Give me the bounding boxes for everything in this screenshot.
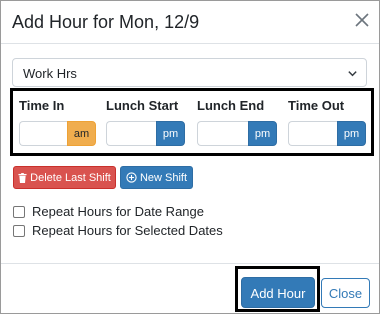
lunch-end-ampm-toggle[interactable]: pm — [248, 121, 277, 146]
lunch-end-input[interactable] — [197, 121, 248, 146]
lunch-start-group: pm — [106, 121, 185, 146]
time-out-input[interactable] — [288, 121, 337, 146]
dialog-header: Add Hour for Mon, 12/9 — [1, 1, 379, 44]
chevron-down-icon — [348, 71, 357, 77]
new-shift-label: New Shift — [139, 172, 188, 184]
delete-last-shift-label: Delete Last Shift — [30, 172, 111, 184]
time-out-label: Time Out — [288, 98, 345, 113]
time-in-input[interactable] — [19, 121, 67, 146]
hour-type-value: Work Hrs — [23, 66, 77, 81]
repeat-selected-dates-checkbox[interactable] — [13, 225, 25, 237]
delete-last-shift-button[interactable]: Delete Last Shift — [13, 166, 116, 189]
add-hour-button[interactable]: Add Hour — [241, 277, 315, 308]
repeat-selected-dates-label: Repeat Hours for Selected Dates — [32, 223, 223, 238]
new-shift-button[interactable]: New Shift — [120, 166, 193, 189]
lunch-end-group: pm — [197, 121, 277, 146]
add-hour-dialog: Add Hour for Mon, 12/9 Work Hrs Time In … — [0, 0, 380, 314]
repeat-date-range-checkbox[interactable] — [13, 206, 25, 218]
time-in-ampm-toggle[interactable]: am — [67, 121, 96, 146]
hour-type-select[interactable]: Work Hrs — [12, 58, 367, 87]
trash-icon — [18, 173, 27, 183]
lunch-start-label: Lunch Start — [106, 98, 179, 113]
time-in-group: am — [19, 121, 96, 146]
time-in-label: Time In — [19, 98, 65, 113]
dialog-title: Add Hour for Mon, 12/9 — [12, 12, 200, 32]
add-hour-label: Add Hour — [250, 286, 306, 301]
repeat-date-range-label: Repeat Hours for Date Range — [32, 204, 204, 219]
time-out-group: pm — [288, 121, 366, 146]
time-out-ampm-toggle[interactable]: pm — [337, 121, 366, 146]
close-x-icon[interactable] — [354, 12, 370, 28]
close-button[interactable]: Close — [321, 278, 370, 308]
lunch-start-input[interactable] — [106, 121, 156, 146]
close-label: Close — [328, 286, 363, 301]
lunch-start-ampm-toggle[interactable]: pm — [156, 121, 185, 146]
time-fields-group: Time In Lunch Start Lunch End Time Out a… — [10, 88, 374, 156]
plus-circle-icon — [126, 172, 137, 183]
lunch-end-label: Lunch End — [197, 98, 265, 113]
